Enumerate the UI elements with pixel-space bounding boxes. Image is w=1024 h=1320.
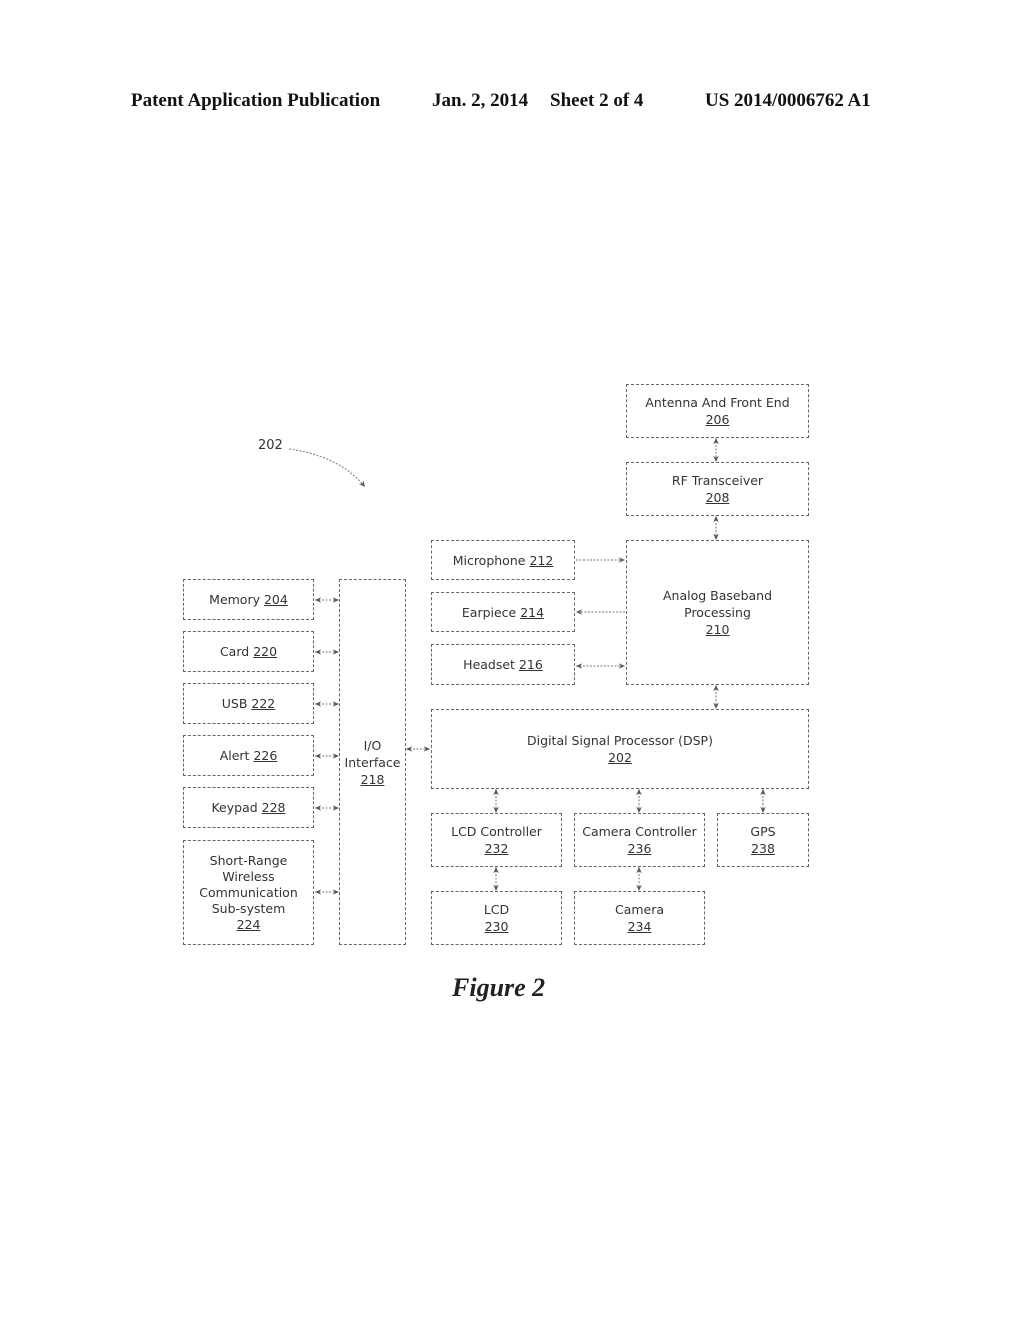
block-number: 208 <box>705 490 730 505</box>
short-range-wireless-block: Short-Range Wireless Communication Sub-s… <box>183 840 314 945</box>
figure-caption: Figure 2 <box>452 973 546 1002</box>
lcd-block: LCD 230 <box>431 891 562 945</box>
reference-label: 202 <box>258 438 283 453</box>
block-number: 238 <box>751 841 775 856</box>
block-number: 224 <box>236 916 261 932</box>
block-number: 214 <box>520 604 545 620</box>
block-label: Camera Controller <box>582 824 697 839</box>
alert-block: Alert 226 <box>183 735 314 776</box>
io-interface-block: I/O Interface 218 <box>339 579 406 945</box>
block-number: 204 <box>263 592 288 607</box>
card-block: Card 220 <box>183 631 314 672</box>
memory-block: Memory 204 <box>183 579 314 620</box>
reference-arrow <box>288 448 366 488</box>
block-number: 226 <box>253 748 278 763</box>
block-label-line2: Processing <box>684 605 751 620</box>
block-number: 228 <box>261 800 286 815</box>
antenna-front-end-block: Antenna And Front End 206 <box>626 384 809 438</box>
usb-block: USB 222 <box>183 683 314 724</box>
block-number: 202 <box>608 750 632 765</box>
block-label-line2: Wireless <box>222 868 275 884</box>
rf-transceiver-block: RF Transceiver 208 <box>626 462 809 516</box>
block-label-line2: Interface <box>344 754 401 770</box>
block-label: GPS <box>750 824 776 839</box>
block-number: 234 <box>627 919 652 934</box>
block-number: 206 <box>705 412 730 427</box>
block-label: Card <box>219 644 250 659</box>
block-label: Digital Signal Processor (DSP) <box>527 733 713 748</box>
keypad-block: Keypad 228 <box>183 787 314 828</box>
block-label: Antenna And Front End <box>645 395 790 410</box>
block-number: 222 <box>251 696 276 711</box>
microphone-block: Microphone 212 <box>431 540 575 580</box>
headset-block: Headset 216 <box>431 644 575 685</box>
block-label: USB <box>221 696 248 711</box>
gps-block: GPS 238 <box>717 813 809 867</box>
block-label: Memory <box>209 592 260 607</box>
block-label: Alert <box>219 748 250 763</box>
block-number: 232 <box>484 841 509 856</box>
block-label-line4: Sub-system <box>211 900 286 916</box>
block-number: 230 <box>484 919 509 934</box>
dsp-block: Digital Signal Processor (DSP) 202 <box>431 709 809 789</box>
lcd-controller-block: LCD Controller 232 <box>431 813 562 867</box>
camera-controller-block: Camera Controller 236 <box>574 813 705 867</box>
block-label: Keypad <box>211 800 258 815</box>
block-label: Headset <box>463 657 515 672</box>
block-number: 220 <box>253 644 278 659</box>
block-label-line1: I/O <box>363 737 382 753</box>
block-number: 218 <box>360 771 385 787</box>
block-label-line1: Analog Baseband <box>662 588 773 603</box>
block-label: Camera <box>614 902 665 917</box>
block-label-line3: Communication <box>199 884 298 900</box>
block-number: 210 <box>705 622 730 637</box>
block-number: 236 <box>627 841 652 856</box>
block-label: Microphone <box>452 552 526 568</box>
earpiece-block: Earpiece 214 <box>431 592 575 632</box>
block-label: RF Transceiver <box>671 473 764 488</box>
block-label-line1: Short-Range <box>209 852 288 868</box>
block-label: LCD Controller <box>451 824 542 839</box>
block-number: 212 <box>529 552 554 568</box>
block-number: 216 <box>518 657 543 672</box>
analog-baseband-block: Analog Baseband Processing 210 <box>626 540 809 685</box>
camera-block: Camera 234 <box>574 891 705 945</box>
block-label: Earpiece <box>461 604 517 620</box>
block-label: LCD <box>483 902 510 917</box>
